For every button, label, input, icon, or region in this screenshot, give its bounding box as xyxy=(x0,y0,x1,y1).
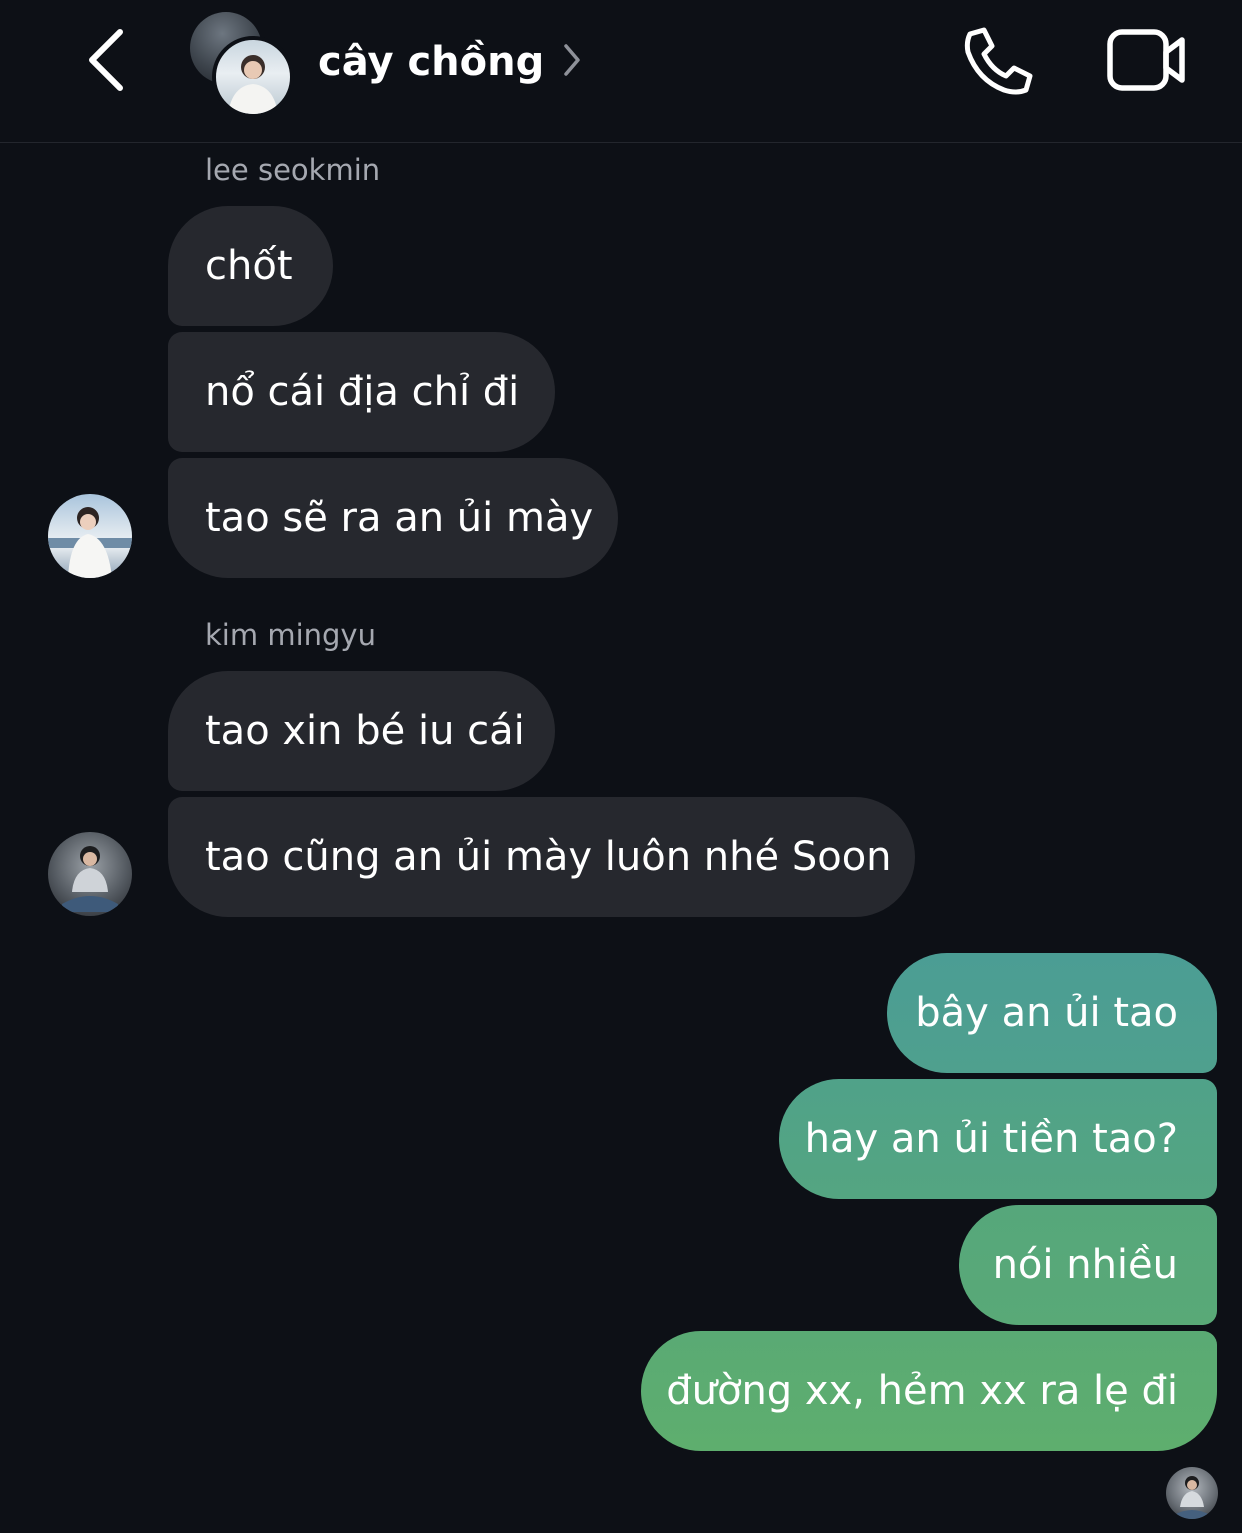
avatar-mingyu[interactable] xyxy=(48,832,132,916)
message-bubble-outgoing[interactable]: bây an ủi tao xyxy=(887,953,1217,1073)
title-chevron[interactable] xyxy=(560,40,584,80)
audio-call-button[interactable] xyxy=(960,24,1036,96)
phone-icon xyxy=(964,27,1033,95)
sender-name-seokmin: lee seokmin xyxy=(205,153,381,187)
message-bubble-incoming[interactable]: tao xin bé iu cái xyxy=(168,671,555,791)
message-bubble-incoming[interactable]: tao sẽ ra an ủi mày xyxy=(168,458,618,578)
chevron-right-icon xyxy=(564,44,580,76)
video-call-button[interactable] xyxy=(1104,24,1188,96)
group-avatar[interactable] xyxy=(190,12,294,118)
message-bubble-outgoing[interactable]: đường xx, hẻm xx ra lẹ đi xyxy=(641,1331,1217,1451)
message-bubble-incoming[interactable]: nổ cái địa chỉ đi xyxy=(168,332,555,452)
chevron-left-icon xyxy=(89,29,123,91)
chat-title[interactable]: cây chồng xyxy=(318,34,544,90)
avatar-seokmin[interactable] xyxy=(48,494,132,578)
message-bubble-incoming[interactable]: tao cũng an ủi mày luôn nhé Soon xyxy=(168,797,915,917)
message-bubble-outgoing[interactable]: nói nhiều xyxy=(959,1205,1217,1325)
read-receipt-avatar xyxy=(1166,1467,1218,1519)
video-camera-icon xyxy=(1107,29,1185,91)
group-avatar-front xyxy=(212,36,294,118)
message-bubble-incoming[interactable]: chốt xyxy=(168,206,333,326)
chat-header: cây chồng xyxy=(0,0,1242,143)
message-bubble-outgoing[interactable]: hay an ủi tiền tao? xyxy=(779,1079,1217,1199)
sender-name-mingyu: kim mingyu xyxy=(205,618,376,652)
back-button[interactable] xyxy=(82,24,134,96)
